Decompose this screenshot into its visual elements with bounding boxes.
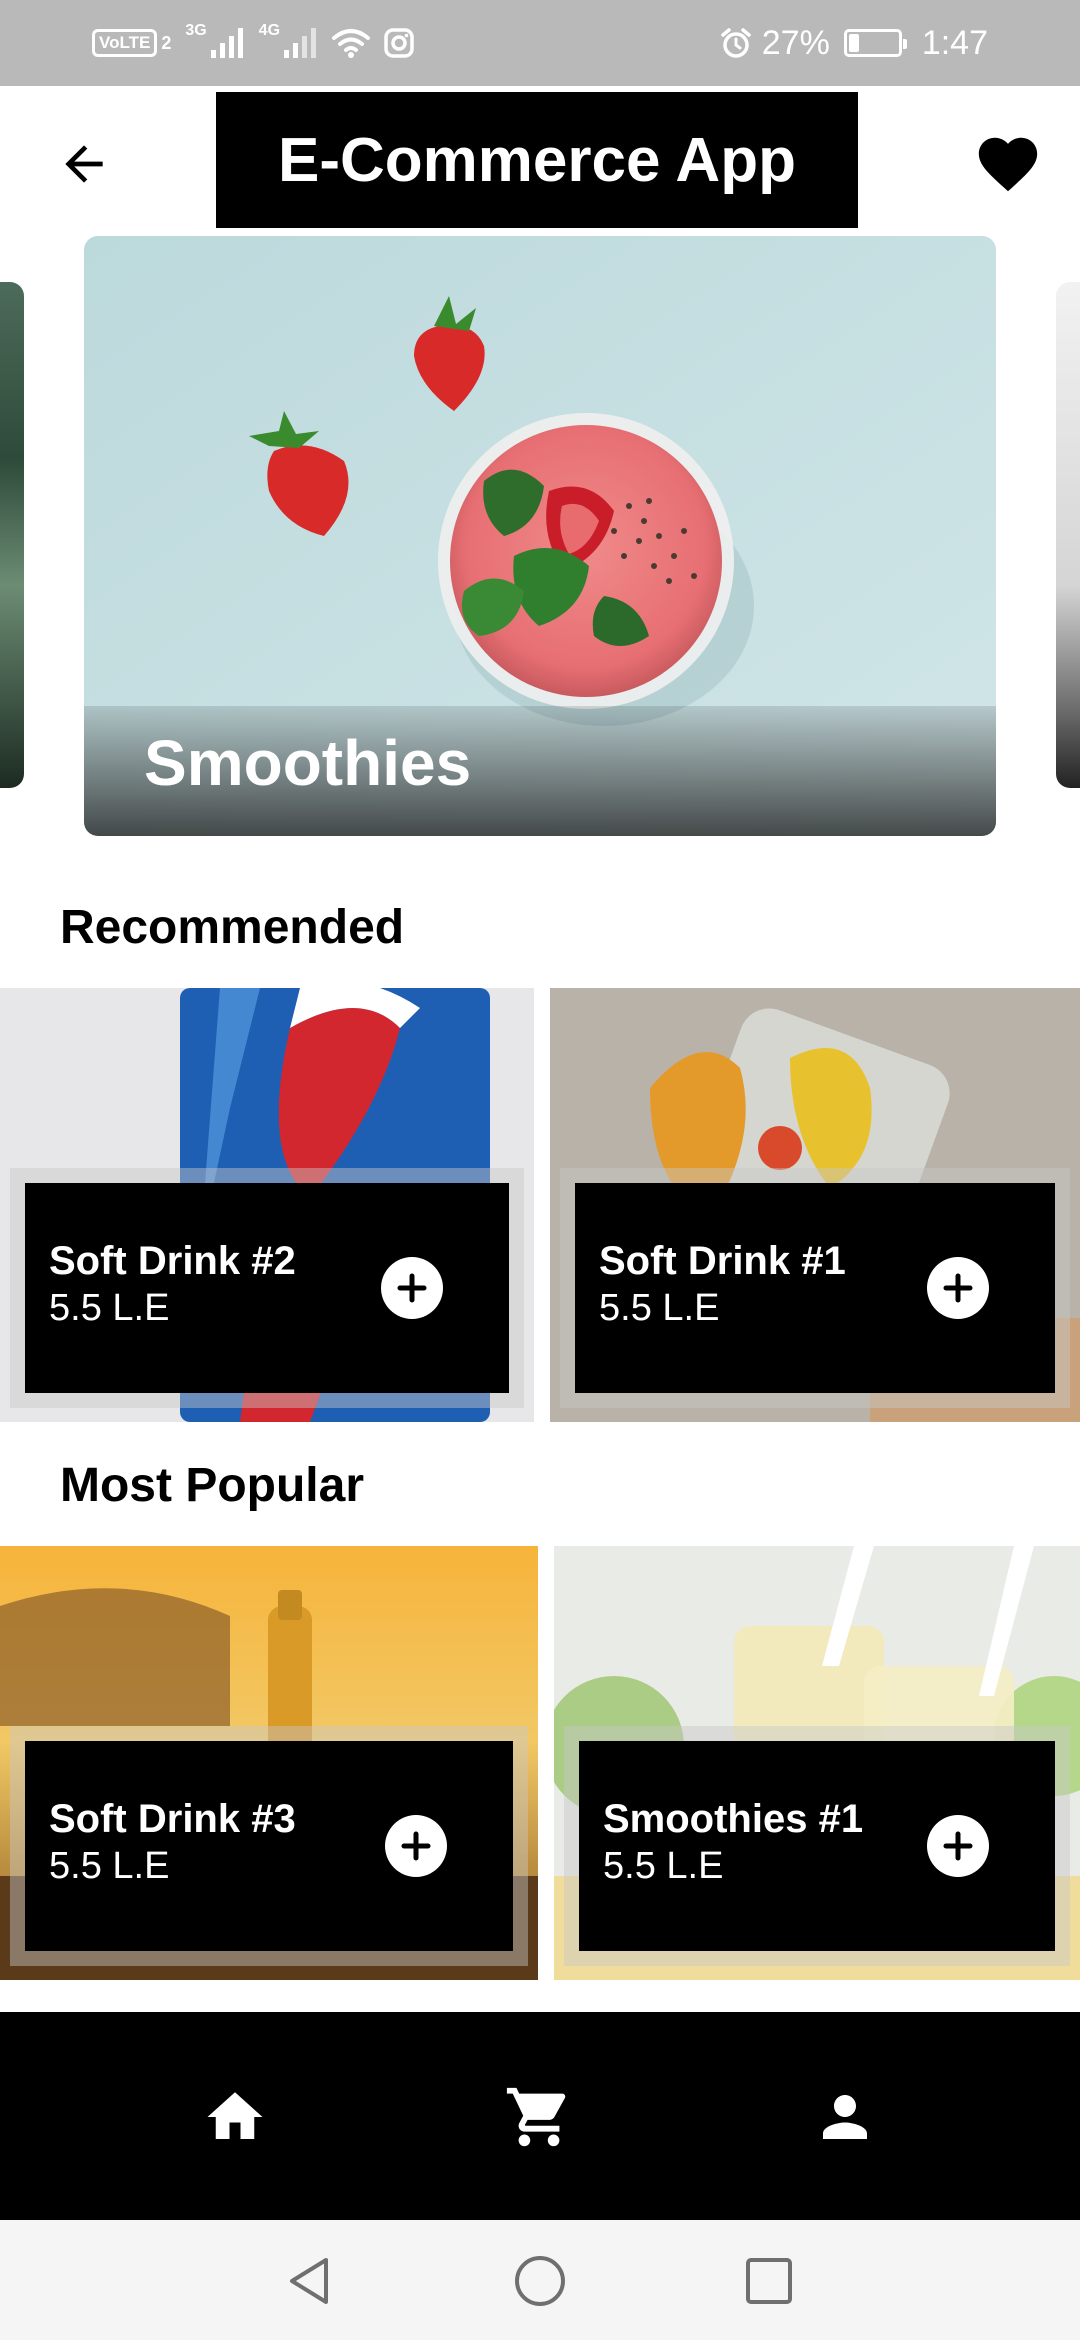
product-name: Smoothies #1 (603, 1797, 864, 1841)
home-icon (207, 2092, 263, 2139)
carousel-card-smoothies[interactable]: Smoothies (84, 236, 996, 836)
plus-icon (401, 1831, 431, 1861)
page-title: E-Commerce App (216, 92, 858, 228)
sim-number: 2 (161, 32, 172, 53)
signal-icon (210, 28, 243, 58)
product-price: 5.5 L.E (603, 1845, 724, 1887)
person-icon (823, 2095, 867, 2139)
battery-icon (843, 29, 907, 57)
instagram-icon (384, 28, 414, 58)
add-to-cart-button[interactable] (385, 1815, 447, 1877)
app-bar: E-Commerce App (0, 86, 1080, 236)
product-price: 5.5 L.E (599, 1287, 720, 1329)
carousel-card-label: Smoothies (144, 727, 472, 799)
product-price: 5.5 L.E (49, 1287, 170, 1329)
cart-icon (506, 2087, 566, 2147)
plus-icon (397, 1273, 427, 1303)
system-navigation (0, 2220, 1080, 2340)
system-back-button[interactable] (274, 2246, 344, 2316)
back-button[interactable] (44, 124, 124, 204)
product-card[interactable]: Soft Drink #2 5.5 L.E (0, 988, 534, 1422)
add-to-cart-button[interactable] (927, 1815, 989, 1877)
nav-profile[interactable] (800, 2072, 890, 2162)
nav-home[interactable] (190, 2072, 280, 2162)
product-info-panel: Soft Drink #1 5.5 L.E (575, 1183, 1055, 1393)
arrow-left-icon (65, 145, 103, 183)
add-to-cart-button[interactable] (927, 1257, 989, 1319)
battery-percent: 27% (761, 23, 830, 62)
signal-icon (284, 28, 317, 58)
system-recents-button[interactable] (734, 2246, 804, 2316)
network-label-2: 4G (258, 22, 281, 39)
product-info-panel: Smoothies #1 5.5 L.E (579, 1741, 1055, 1951)
system-home-button[interactable] (505, 2246, 575, 2316)
alarm-icon (721, 28, 751, 58)
nav-cart[interactable] (494, 2072, 584, 2162)
favorites-button[interactable] (966, 122, 1050, 206)
product-name: Soft Drink #1 (599, 1239, 846, 1283)
battery-fill (848, 34, 859, 52)
product-card[interactable]: Soft Drink #1 5.5 L.E (550, 988, 1080, 1422)
product-info-panel: Soft Drink #3 5.5 L.E (25, 1741, 513, 1951)
back-triangle-icon (290, 2258, 328, 2304)
recommended-title: Recommended (60, 901, 405, 954)
product-info-panel: Soft Drink #2 5.5 L.E (25, 1183, 509, 1393)
network-label-1: 3G (185, 22, 207, 39)
plus-icon (943, 1273, 973, 1303)
product-card[interactable]: Soft Drink #3 5.5 L.E (0, 1546, 538, 1980)
category-carousel[interactable]: Smoothies (0, 236, 1080, 836)
recents-square-icon (746, 2258, 792, 2304)
plus-icon (943, 1831, 973, 1861)
bottom-navigation (0, 2012, 1080, 2220)
status-left: VoLTE 2 3G 4G (92, 20, 414, 66)
add-to-cart-button[interactable] (381, 1257, 443, 1319)
volte-badge: VoLTE (92, 29, 158, 57)
status-right: 27% 1:47 (720, 20, 988, 66)
heart-icon (978, 137, 1038, 192)
product-name: Soft Drink #2 (49, 1239, 296, 1283)
product-card[interactable]: Smoothies #1 5.5 L.E (554, 1546, 1080, 1980)
status-bar: VoLTE 2 3G 4G 27% 1:47 (0, 0, 1080, 86)
most-popular-title: Most Popular (60, 1459, 365, 1512)
home-circle-icon (515, 2256, 565, 2306)
carousel-prev-card[interactable] (0, 282, 24, 788)
carousel-next-card[interactable] (1056, 282, 1080, 788)
clock: 1:47 (921, 23, 988, 62)
product-price: 5.5 L.E (49, 1845, 170, 1887)
wifi-icon (332, 29, 371, 58)
product-name: Soft Drink #3 (49, 1797, 296, 1841)
